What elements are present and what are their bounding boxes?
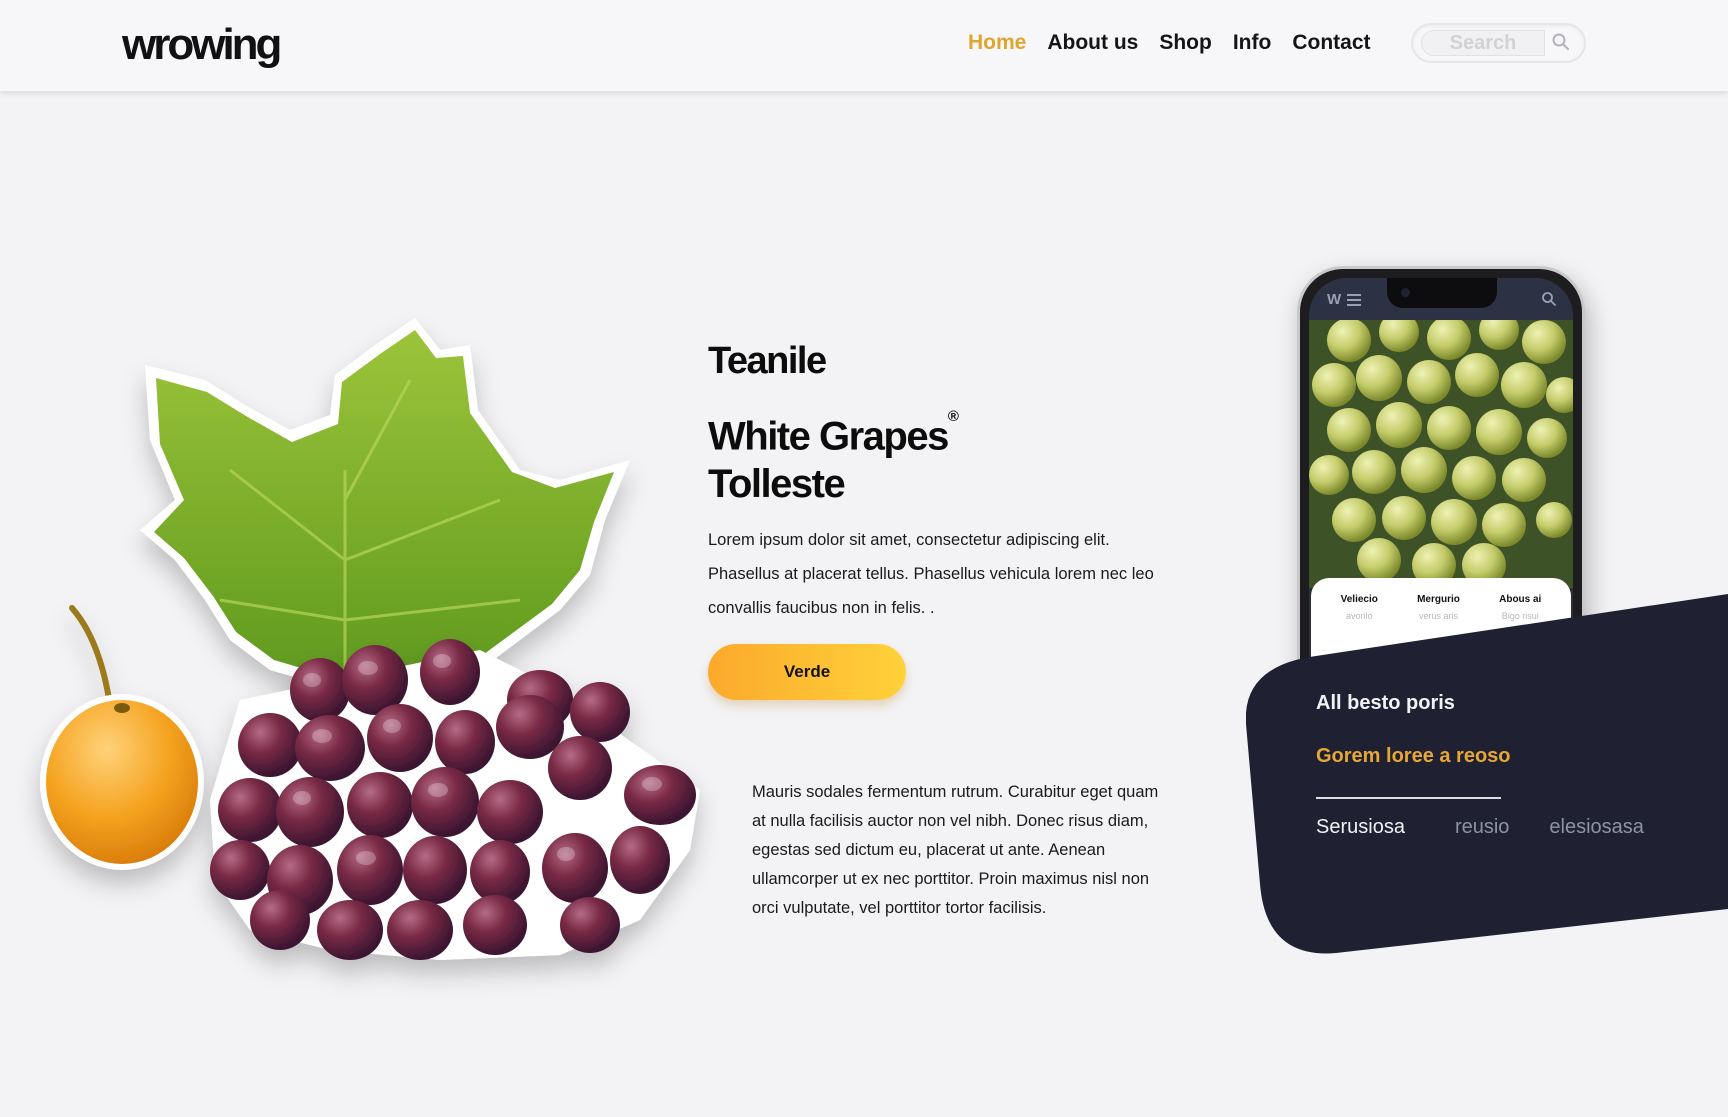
hero-title-line1: White Grapes [708,414,949,459]
nav-item-shop[interactable]: Shop [1159,28,1212,58]
card-links: Serusiosa reusio elesiosasa [1316,816,1684,839]
card-link-serusiosa[interactable]: Serusiosa [1316,816,1405,839]
fruit-illustration [40,318,700,960]
nav-item-contact[interactable]: Contact [1292,28,1370,58]
nav-item-info[interactable]: Info [1233,28,1271,58]
hero-title: White Grapes® Tolleste [708,407,959,508]
site-header: wrowing Home About us Shop Info Contact [0,0,1728,91]
brand-logo[interactable]: wrowing [122,20,282,70]
nav-item-about-us[interactable]: About us [1047,28,1138,58]
phone-logo: W [1327,291,1342,308]
nav-item-home[interactable]: Home [968,28,1026,58]
phone-notch [1387,278,1497,308]
card-link-elesiosasa[interactable]: elesiosasa [1549,816,1644,839]
verde-button[interactable]: Verde [708,644,906,700]
search-input[interactable] [1421,30,1545,56]
main-nav: Home About us Shop Info Contact [968,28,1392,58]
card-divider [1316,797,1501,799]
grape-bunch [210,639,700,960]
hero-title-line2: Tolleste [708,462,846,507]
hero-body-text: Mauris sodales fermentum rutrum. Curabit… [752,783,1159,917]
hero-eyebrow: Teanile [708,340,827,382]
card-link-reusio[interactable]: reusio [1455,816,1509,839]
dark-info-card [1246,594,1728,954]
orange-fruit [40,605,204,870]
hero-intro: Lorem ipsum dolor sit amet, consectetur … [708,531,1154,617]
card-title: All besto poris [1316,692,1455,714]
phone-search-icon[interactable] [1541,291,1557,307]
search-box [1411,23,1586,63]
white-grapes-photo [1309,320,1573,588]
vine-leaf [140,318,630,690]
menu-icon[interactable] [1347,294,1361,306]
card-subtitle: Gorem loree a reoso [1316,745,1511,767]
registered-mark: ® [947,408,959,425]
camera-icon [1401,288,1410,297]
search-icon[interactable] [1551,32,1571,52]
